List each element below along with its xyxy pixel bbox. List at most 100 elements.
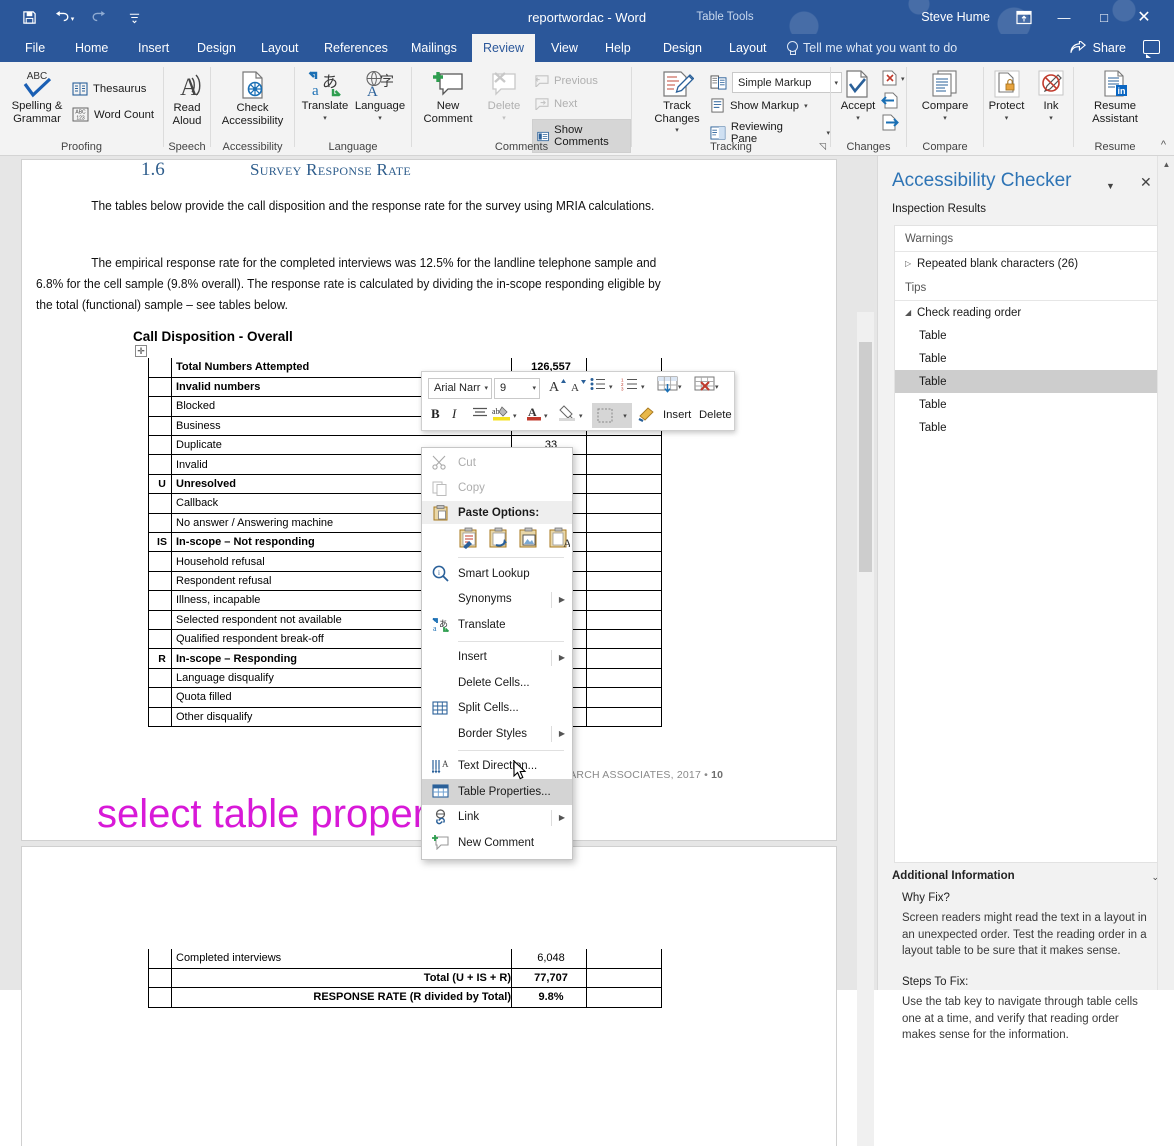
protect-dropdown-caret[interactable]: ▾	[1005, 113, 1009, 126]
borders-dropdown-caret[interactable]: ▾	[618, 403, 632, 428]
context-menu-item[interactable]: Insert ▶	[422, 645, 572, 671]
shading-dropdown-caret[interactable]: ▾	[579, 412, 583, 420]
italic-button[interactable]: I	[452, 406, 456, 422]
tab-file[interactable]: File	[14, 34, 56, 62]
context-menu[interactable]: Cut Copy Paste Options: Ai Smart Lookup Synon…	[421, 447, 573, 860]
response-rate-table[interactable]: Completed interviews 6,048 Total (U + IS +…	[148, 949, 662, 1008]
table-row[interactable]: Qualified respondent break-off	[148, 629, 662, 650]
table-row[interactable]: Selected respondent not available	[148, 610, 662, 630]
merge-formatting-icon[interactable]	[488, 527, 510, 552]
table-row[interactable]: Other disqualify	[148, 707, 662, 727]
result-item[interactable]: ▷ Repeated blank characters (26)	[895, 252, 1159, 275]
scroll-up-arrow-icon[interactable]: ▲	[1158, 156, 1174, 173]
tab-design[interactable]: Design	[186, 34, 247, 62]
new-comment-button[interactable]: New Comment	[418, 70, 478, 125]
read-aloud-button[interactable]: A Read Aloud	[164, 70, 210, 127]
table-row[interactable]: RESPONSE RATE (R divided by Total) 9.8%	[148, 987, 662, 1008]
font-size-combo[interactable]: 9 ▾	[494, 377, 540, 399]
table-row[interactable]: Respondent refusal	[148, 571, 662, 592]
expand-triangle-icon[interactable]: ◢	[905, 308, 917, 317]
shrink-font-icon[interactable]: A	[570, 377, 588, 394]
numbering-icon[interactable]: 123	[621, 377, 638, 391]
language-dropdown-caret[interactable]: ▾	[378, 113, 382, 126]
compare-dropdown-caret[interactable]: ▾	[943, 113, 947, 126]
result-item-table[interactable]: Table	[895, 324, 1159, 347]
result-item[interactable]: ◢ Check reading order	[895, 301, 1159, 324]
insert-label[interactable]: Insert	[663, 409, 691, 421]
mini-delete-label[interactable]: Delete	[699, 409, 732, 421]
table-row[interactable]: Illness, incapable	[148, 590, 662, 611]
track-changes-button[interactable]: Track Changes ▾	[646, 70, 708, 138]
borders-icon[interactable]	[592, 403, 618, 428]
document-scrollbar[interactable]	[857, 312, 874, 1146]
ink-button[interactable]: Ink ▾	[1029, 70, 1073, 125]
table-row[interactable]: Callback	[148, 493, 662, 514]
reject-dropdown-caret[interactable]: ▾	[901, 75, 905, 83]
result-item-table[interactable]: Table	[895, 416, 1159, 439]
document-page-2[interactable]: Completed interviews 6,048 Total (U + IS +…	[22, 847, 836, 1146]
tab-insert[interactable]: Insert	[127, 34, 180, 62]
table-row[interactable]: R In-scope – Responding	[148, 648, 662, 669]
tab-home[interactable]: Home	[64, 34, 119, 62]
context-menu-item[interactable]: Synonyms ▶	[422, 587, 572, 613]
paste-options-row[interactable]: A	[422, 524, 572, 554]
table-row[interactable]: U Unresolved	[148, 474, 662, 495]
check-accessibility-button[interactable]: Check Accessibility	[211, 70, 294, 127]
tab-table-layout[interactable]: Layout	[718, 34, 778, 62]
thesaurus-button[interactable]: Thesaurus	[72, 82, 146, 96]
mini-formatting-toolbar[interactable]: Arial Narr ▾ 9 ▾ A A ▾ 123 ▾ ▾ ▾ B I ab …	[421, 371, 735, 431]
context-menu-item[interactable]: i Smart Lookup	[422, 561, 572, 587]
numbering-dropdown-caret[interactable]: ▾	[641, 383, 645, 391]
collapse-triangle-icon[interactable]: ▷	[905, 259, 917, 268]
inspection-results-list[interactable]: Warnings ▷ Repeated blank characters (26) T…	[894, 225, 1160, 863]
result-item-table[interactable]: Table	[895, 393, 1159, 416]
table-row[interactable]: Invalid	[148, 454, 662, 475]
table-row[interactable]: IS In-scope – Not responding	[148, 532, 662, 553]
chevron-down-icon[interactable]: ▾	[484, 384, 488, 392]
share-button[interactable]: Share	[1070, 34, 1126, 62]
context-menu-item[interactable]: Table Properties...	[422, 779, 572, 805]
context-menu-item[interactable]: Delete Cells...	[422, 670, 572, 696]
document-scrollbar-thumb[interactable]	[859, 342, 872, 572]
context-menu-item[interactable]: A Text Direction...	[422, 754, 572, 780]
table-row[interactable]: Duplicate 33	[148, 435, 662, 456]
ribbon-display-options-icon[interactable]	[1004, 0, 1044, 34]
show-markup-caret[interactable]: ▾	[804, 102, 808, 110]
font-color-icon[interactable]: A	[526, 404, 542, 421]
collapse-ribbon-button[interactable]: ^	[1161, 139, 1166, 151]
accept-dropdown-caret[interactable]: ▾	[856, 113, 860, 126]
previous-change-button[interactable]	[881, 92, 899, 114]
minimize-button[interactable]: —	[1044, 0, 1084, 34]
tab-help[interactable]: Help	[594, 34, 642, 62]
bullets-icon[interactable]	[590, 377, 606, 391]
compare-button[interactable]: Compare ▾	[907, 70, 983, 125]
chevron-down-icon[interactable]: ▾	[532, 384, 536, 392]
result-item-table[interactable]: Table	[895, 347, 1159, 370]
table-row[interactable]: Household refusal	[148, 551, 662, 572]
close-button[interactable]: ✕	[1124, 0, 1164, 34]
tab-table-design[interactable]: Design	[652, 34, 713, 62]
tab-view[interactable]: View	[540, 34, 589, 62]
font-color-dropdown-caret[interactable]: ▾	[544, 412, 548, 420]
account-name[interactable]: Steve Hume	[921, 10, 990, 24]
ink-dropdown-caret[interactable]: ▾	[1049, 113, 1053, 126]
pane-options-caret[interactable]: ▼	[1106, 181, 1115, 191]
tab-references[interactable]: References	[313, 34, 399, 62]
insert-dropdown-caret[interactable]: ▾	[678, 383, 682, 391]
maximize-button[interactable]: □	[1084, 0, 1124, 34]
highlight-dropdown-caret[interactable]: ▾	[513, 412, 517, 420]
shading-icon[interactable]	[558, 405, 576, 421]
context-menu-item[interactable]: Border Styles ▶	[422, 721, 572, 747]
bold-button[interactable]: B	[431, 406, 440, 422]
protect-button[interactable]: Protect ▾	[984, 70, 1029, 125]
table-row[interactable]: Total (U + IS + R) 77,707	[148, 968, 662, 989]
highlight-icon[interactable]: ab	[492, 405, 511, 421]
delete-table-icon[interactable]	[694, 376, 715, 394]
comments-icon[interactable]	[1143, 40, 1160, 58]
customize-qat-icon[interactable]	[123, 6, 145, 28]
table-move-handle[interactable]: ✛	[135, 345, 147, 357]
table-row[interactable]: Quota filled	[148, 687, 662, 708]
tab-layout[interactable]: Layout	[250, 34, 310, 62]
table-row[interactable]: Completed interviews 6,048	[148, 949, 662, 969]
save-icon[interactable]	[18, 6, 40, 28]
